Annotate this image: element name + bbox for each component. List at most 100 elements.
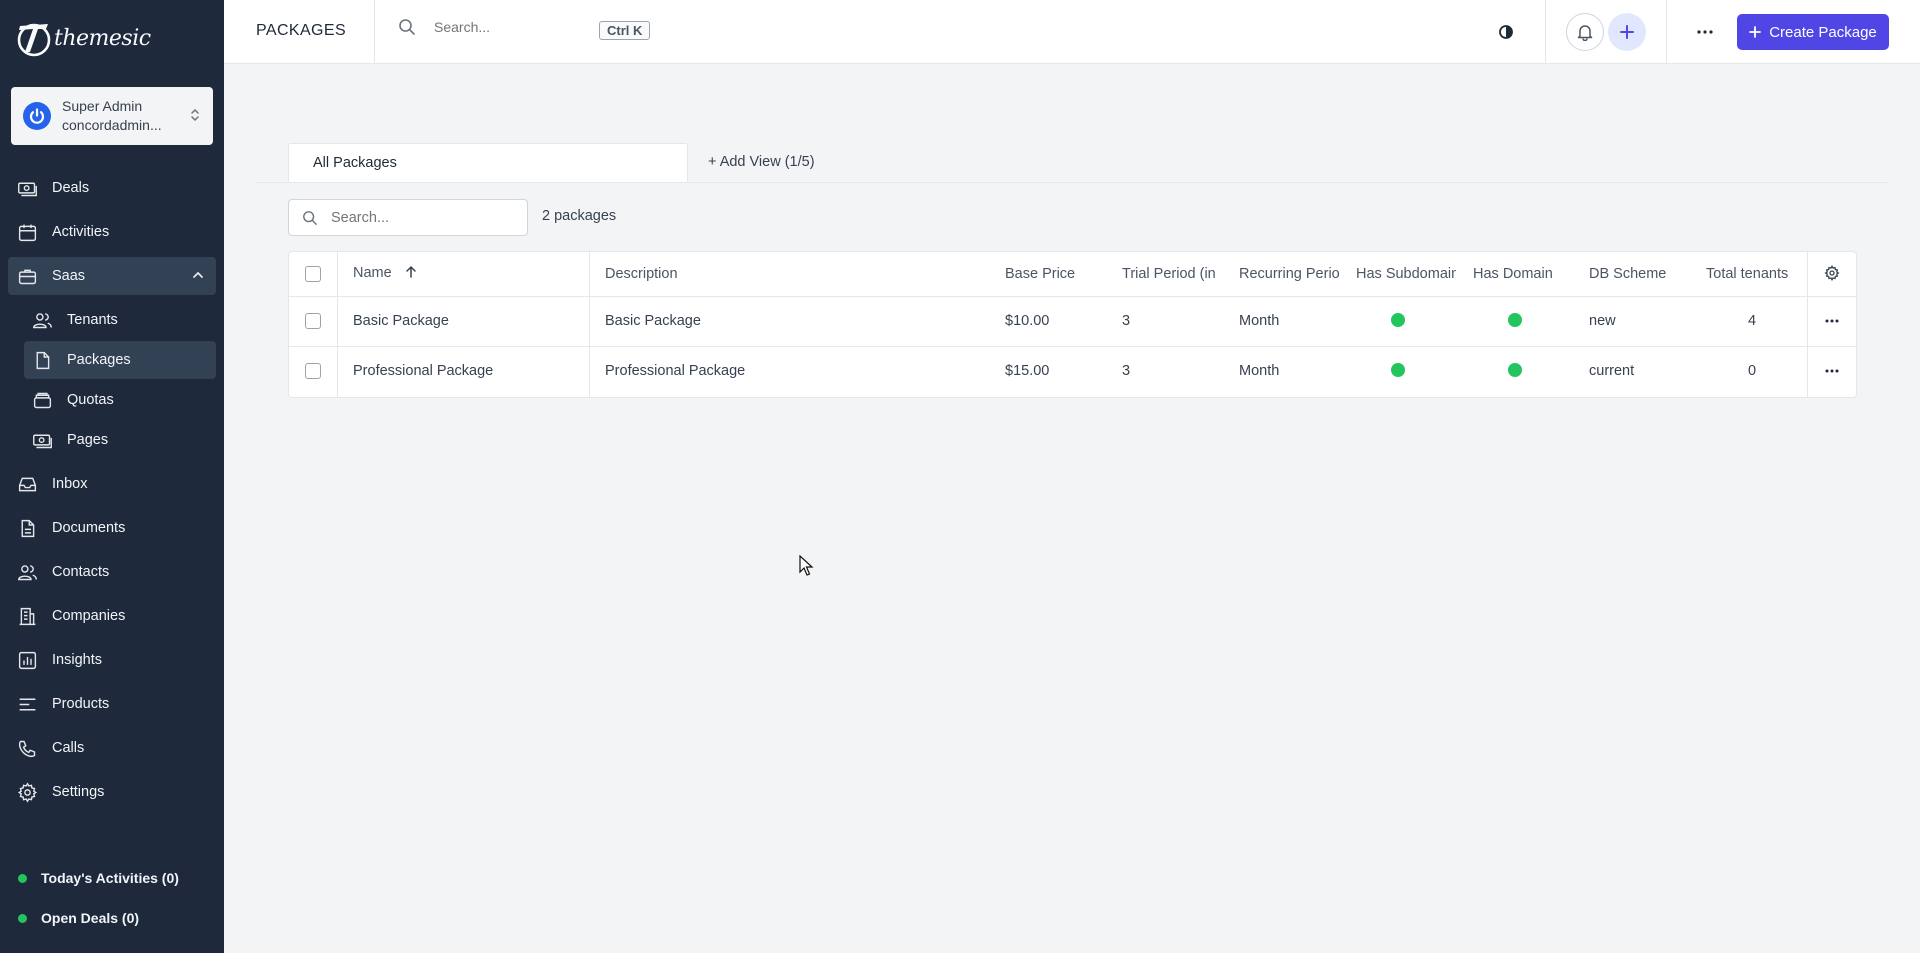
todays-activities-link[interactable]: Today's Activities (0) <box>18 870 179 886</box>
top-bar: PACKAGES Ctrl K Create Package <box>224 0 1920 64</box>
sidebar-item-pages[interactable]: Pages <box>24 421 216 459</box>
row-1-has-domain-indicator <box>1508 313 1522 327</box>
shortcut-badge: Ctrl K <box>599 21 651 40</box>
sidebar-item-label: Deals <box>52 180 90 196</box>
chevron-up-icon <box>193 271 203 278</box>
row-1-description: Basic Package <box>605 313 701 329</box>
wallet-icon <box>33 392 52 408</box>
todays-activities-label: Today's Activities (0) <box>41 870 179 886</box>
cash-icon <box>18 182 37 196</box>
row-2-description: Professional Package <box>605 363 746 379</box>
page-title: PACKAGES <box>256 22 347 39</box>
sidebar-item-label: Pages <box>67 432 109 448</box>
row-1-name-link[interactable]: Basic Package <box>353 313 449 329</box>
row-checkbox[interactable] <box>305 313 321 329</box>
open-deals-link[interactable]: Open Deals (0) <box>18 910 139 926</box>
row-checkbox[interactable] <box>305 363 321 379</box>
record-count: 2 packages <box>542 208 617 224</box>
create-package-label: Create Package <box>1769 23 1877 41</box>
row-1-db-scheme: new <box>1589 313 1616 329</box>
row-2-has-domain-indicator <box>1508 363 1522 377</box>
more-options-button[interactable] <box>1686 13 1724 51</box>
sidebar-item-documents[interactable]: Documents <box>8 509 216 547</box>
sidebar-item-companies[interactable]: Companies <box>8 597 216 635</box>
row-1-trial-period: 3 <box>1122 313 1131 329</box>
sidebar-item-inbox[interactable]: Inbox <box>8 465 216 503</box>
sidebar-item-saas[interactable]: Saas <box>8 257 216 295</box>
divider <box>1666 0 1667 64</box>
row-1-actions-button[interactable] <box>1819 308 1845 334</box>
chart-bar-icon <box>18 651 37 669</box>
divider <box>1545 0 1546 64</box>
column-header-name[interactable]: Name <box>353 265 417 281</box>
column-header-recurring-period[interactable]: Recurring Perio <box>1239 266 1343 282</box>
select-all-checkbox[interactable] <box>305 266 321 282</box>
open-deals-label: Open Deals (0) <box>41 910 140 926</box>
quick-create-button[interactable] <box>1608 13 1646 51</box>
building-icon <box>19 607 36 625</box>
account-switcher[interactable]: Super Admin concordadmin... <box>11 87 213 145</box>
briefcase-icon <box>18 269 37 284</box>
user-name: Super Admin <box>62 98 143 114</box>
sidebar-item-tenants[interactable]: Tenants <box>24 301 216 339</box>
bell-icon <box>1577 25 1593 41</box>
sidebar-item-settings[interactable]: Settings <box>8 773 216 811</box>
power-icon <box>23 102 51 130</box>
sidebar-item-calls[interactable]: Calls <box>8 729 216 767</box>
plus-icon <box>1749 26 1762 38</box>
sidebar-item-packages[interactable]: Packages <box>24 341 216 379</box>
cash-icon <box>33 434 52 448</box>
row-1-base-price: $10.00 <box>1005 313 1050 329</box>
column-header-trial-period[interactable]: Trial Period (in <box>1122 266 1220 282</box>
theme-toggle-button[interactable] <box>1487 13 1525 51</box>
sidebar-item-products[interactable]: Products <box>8 685 216 723</box>
global-search[interactable] <box>398 18 584 36</box>
row-2-name-link[interactable]: Professional Package <box>353 363 493 379</box>
sidebar-item-label: Products <box>52 696 110 712</box>
row-2-actions-button[interactable] <box>1819 358 1845 384</box>
column-header-has-subdomain[interactable]: Has Subdomain <box>1356 266 1456 282</box>
table-search[interactable] <box>288 199 528 236</box>
sidebar-item-deals[interactable]: Deals <box>8 169 216 207</box>
global-search-input[interactable] <box>434 19 584 35</box>
ellipsis-icon <box>1825 369 1839 373</box>
app-logo[interactable]: themesic <box>16 16 151 60</box>
column-header-total-tenants[interactable]: Total tenants <box>1706 266 1788 282</box>
search-icon <box>303 210 317 225</box>
add-view-button[interactable]: + Add View (1/5) <box>708 154 815 170</box>
sidebar-item-label: Saas <box>52 268 86 284</box>
user-email: concordadmin... <box>62 117 162 133</box>
sidebar-item-insights[interactable]: Insights <box>8 641 216 679</box>
sidebar-item-quotas[interactable]: Quotas <box>24 381 216 419</box>
tab-all-packages[interactable]: All Packages <box>288 143 688 182</box>
bars-left-icon <box>19 698 36 710</box>
status-dot <box>18 913 27 923</box>
ellipsis-icon <box>1825 319 1839 323</box>
document-text-icon <box>21 519 35 537</box>
sidebar-item-label: Calls <box>52 740 85 756</box>
divider <box>374 0 375 64</box>
column-header-has-domain[interactable]: Has Domain <box>1473 266 1553 282</box>
mouse-cursor-icon <box>799 555 814 576</box>
phone-icon <box>18 740 36 757</box>
row-1-has-subdomain-indicator <box>1391 313 1405 327</box>
table-settings-button[interactable] <box>1819 260 1845 286</box>
sidebar-item-label: Companies <box>52 608 126 624</box>
sidebar-item-label: Documents <box>52 520 126 536</box>
create-package-button[interactable]: Create Package <box>1737 14 1889 50</box>
column-header-base-price[interactable]: Base Price <box>1005 266 1075 282</box>
table-search-input[interactable] <box>331 209 511 226</box>
ellipsis-icon <box>1697 30 1713 34</box>
notifications-button[interactable] <box>1566 13 1604 51</box>
sidebar-item-contacts[interactable]: Contacts <box>8 553 216 591</box>
users-icon <box>18 564 37 580</box>
users-icon <box>33 312 52 328</box>
row-1-total-tenants: 4 <box>1748 313 1757 329</box>
row-2-base-price: $15.00 <box>1005 363 1050 379</box>
column-header-description[interactable]: Description <box>605 266 678 282</box>
gear-icon <box>1824 265 1840 281</box>
sidebar-item-activities[interactable]: Activities <box>8 213 216 251</box>
logo-text: themesic <box>54 25 151 51</box>
column-header-db-scheme[interactable]: DB Scheme <box>1589 266 1666 282</box>
sidebar-item-label: Settings <box>52 784 105 800</box>
